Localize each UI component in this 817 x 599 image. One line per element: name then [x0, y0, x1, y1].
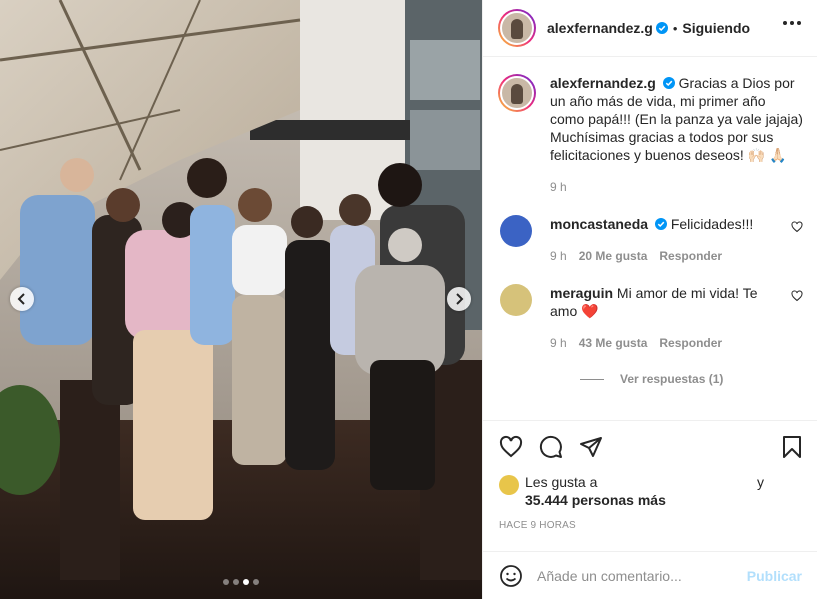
verified-badge-icon — [662, 77, 675, 89]
comments-section: alexfernandez.g Gracias a Dios por un añ… — [483, 58, 817, 419]
view-replies-label: Ver respuestas (1) — [620, 372, 724, 386]
chevron-left-icon — [17, 293, 25, 305]
save-bookmark-icon[interactable] — [780, 435, 804, 459]
comment-item: meraguin Mi amor de mi vida! Te amo ❤️ 9… — [498, 284, 803, 352]
post-time-ago[interactable]: HACE 9 HORAS — [499, 520, 576, 531]
comment-likes[interactable]: 43 Me gusta — [579, 334, 648, 352]
view-replies-button[interactable]: Ver respuestas (1) — [580, 372, 803, 386]
add-comment-bar: Añade un comentario... Publicar — [483, 551, 817, 599]
comment-avatar[interactable] — [500, 284, 532, 316]
comment-username[interactable]: meraguin — [550, 285, 613, 301]
likes-summary: Les gusta a y 35.444 personas más — [499, 473, 799, 509]
replies-line — [580, 378, 604, 380]
header-separator: • — [672, 20, 678, 36]
post-photo[interactable] — [0, 0, 482, 599]
comment-time[interactable]: 9 h — [550, 247, 567, 265]
next-photo-button[interactable] — [447, 287, 471, 311]
heart-emoji: ❤️ — [581, 303, 599, 319]
share-paper-plane-icon[interactable] — [579, 435, 603, 459]
group-photo-image — [0, 0, 482, 599]
following-button[interactable]: Siguiendo — [682, 20, 750, 36]
comment-username[interactable]: moncastaneda — [550, 216, 648, 232]
reply-button[interactable]: Responder — [659, 334, 722, 352]
emoji-icon[interactable] — [499, 564, 523, 588]
chevron-right-icon — [456, 293, 464, 305]
reply-button[interactable]: Responder — [659, 247, 722, 265]
caption-time[interactable]: 9 h — [550, 178, 803, 196]
like-comment-heart-icon[interactable] — [791, 221, 803, 233]
author-username[interactable]: alexfernandez.g — [547, 20, 653, 36]
more-options-icon[interactable] — [783, 21, 801, 25]
likes-and: y — [757, 474, 764, 490]
carousel-dot — [233, 579, 239, 585]
previous-photo-button[interactable] — [10, 287, 34, 311]
likes-count[interactable]: 35.444 personas más — [525, 492, 666, 508]
comment-bubble-icon[interactable] — [539, 435, 563, 459]
post-caption: alexfernandez.g Gracias a Dios por un añ… — [498, 74, 803, 196]
like-heart-icon[interactable] — [499, 435, 523, 459]
like-comment-heart-icon[interactable] — [791, 290, 803, 302]
carousel-dot — [223, 579, 229, 585]
verified-badge-icon — [654, 218, 667, 230]
author-avatar[interactable] — [498, 9, 536, 47]
comment-text: Felicidades!!! — [670, 216, 754, 232]
comment-likes[interactable]: 20 Me gusta — [579, 247, 648, 265]
caption-avatar[interactable] — [498, 74, 536, 112]
comment-avatar[interactable] — [500, 215, 532, 247]
comment-input[interactable]: Añade un comentario... — [537, 568, 747, 584]
post-header: alexfernandez.g • Siguiendo — [483, 0, 817, 57]
carousel-dots — [223, 579, 259, 585]
liker-avatar[interactable] — [499, 475, 519, 495]
carousel-dot-active — [243, 579, 249, 585]
verified-badge-icon — [655, 22, 668, 34]
comment-item: moncastaneda Felicidades!!! 9 h 20 Me gu… — [498, 215, 803, 265]
instagram-post: alexfernandez.g • Siguiendo alexfernande… — [0, 0, 817, 599]
publish-button[interactable]: Publicar — [747, 568, 802, 584]
post-side-panel: alexfernandez.g • Siguiendo alexfernande… — [482, 0, 817, 599]
post-actions — [483, 420, 817, 474]
carousel-dot — [253, 579, 259, 585]
comment-time[interactable]: 9 h — [550, 334, 567, 352]
caption-body: alexfernandez.g Gracias a Dios por un añ… — [550, 74, 803, 196]
caption-username[interactable]: alexfernandez.g — [550, 75, 656, 91]
likes-prefix: Les gusta a — [525, 474, 598, 490]
